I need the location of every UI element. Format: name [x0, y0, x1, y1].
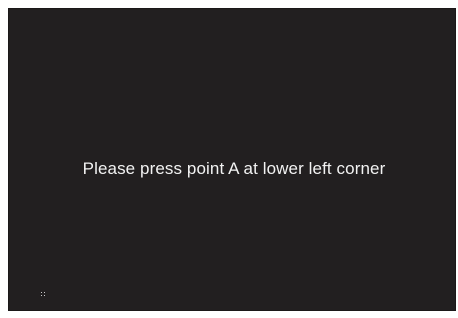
marker-dot: [44, 292, 45, 293]
marker-dot: [41, 295, 42, 296]
calibration-instruction: Please press point A at lower left corne…: [8, 160, 456, 178]
marker-dot: [44, 295, 45, 296]
instruction-text: Please press point A at lower left corne…: [82, 159, 386, 178]
calibration-point-a-marker-icon[interactable]: [39, 290, 47, 298]
calibration-screen[interactable]: Please press point A at lower left corne…: [8, 8, 456, 311]
marker-dot: [41, 292, 42, 293]
